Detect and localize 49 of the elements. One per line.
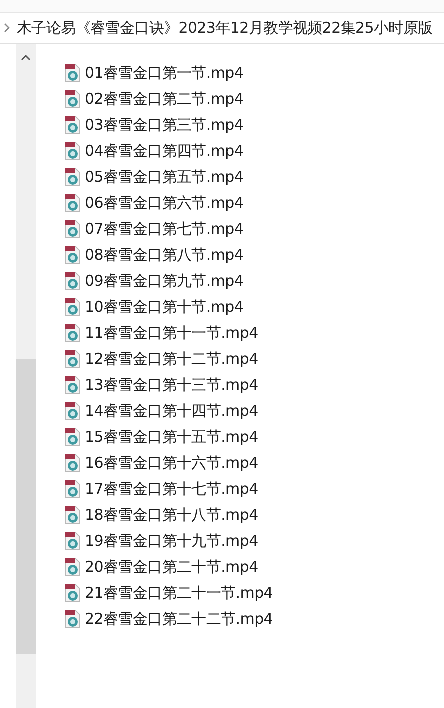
file-name[interactable]: 03睿雪金口第三节.mp4 — [85, 116, 244, 134]
folder-path: 木子论易《睿雪金口诀》2023年12月教学视频22集25小时原版 — [17, 18, 433, 38]
video-file-icon — [64, 245, 82, 265]
address-bar[interactable]: 木子论易《睿雪金口诀》2023年12月教学视频22集25小时原版 — [0, 13, 444, 44]
video-file-icon — [64, 193, 82, 213]
video-file-icon — [64, 89, 82, 109]
video-file-icon — [64, 479, 82, 499]
video-file-icon — [64, 375, 82, 395]
file-name[interactable]: 07睿雪金口第七节.mp4 — [85, 220, 244, 238]
file-name[interactable]: 06睿雪金口第六节.mp4 — [85, 194, 244, 212]
video-file-icon — [64, 167, 82, 187]
video-file-icon — [64, 271, 82, 291]
file-name[interactable]: 19睿雪金口第十九节.mp4 — [85, 532, 258, 550]
scroll-up-icon[interactable] — [21, 54, 31, 61]
video-file-icon — [64, 609, 82, 629]
chevron-right-icon[interactable] — [4, 23, 11, 33]
file-name[interactable]: 10睿雪金口第十节.mp4 — [85, 298, 244, 316]
file-name[interactable]: 21睿雪金口第二十一节.mp4 — [85, 584, 274, 602]
file-name[interactable]: 20睿雪金口第二十节.mp4 — [85, 558, 258, 576]
video-file-icon — [64, 505, 82, 525]
file-name[interactable]: 09睿雪金口第九节.mp4 — [85, 272, 244, 290]
video-file-icon — [64, 63, 82, 83]
video-file-icon — [64, 427, 82, 447]
file-name[interactable]: 02睿雪金口第二节.mp4 — [85, 90, 244, 108]
video-file-icon — [64, 141, 82, 161]
video-file-icon — [64, 453, 82, 473]
video-file-icon — [64, 115, 82, 135]
file-name[interactable]: 16睿雪金口第十六节.mp4 — [85, 454, 258, 472]
file-name[interactable]: 12睿雪金口第十二节.mp4 — [85, 350, 258, 368]
file-name[interactable]: 17睿雪金口第十七节.mp4 — [85, 480, 258, 498]
file-name[interactable]: 14睿雪金口第十四节.mp4 — [85, 402, 258, 420]
video-file-icon — [64, 401, 82, 421]
file-name[interactable]: 08睿雪金口第八节.mp4 — [85, 246, 244, 264]
video-file-icon — [64, 323, 82, 343]
file-name[interactable]: 18睿雪金口第十八节.mp4 — [85, 506, 258, 524]
file-name[interactable]: 01睿雪金口第一节.mp4 — [85, 64, 244, 82]
scrollbar-thumb[interactable] — [16, 359, 36, 654]
video-file-icon — [64, 219, 82, 239]
video-file-icon — [64, 583, 82, 603]
file-name[interactable]: 22睿雪金口第二十二节.mp4 — [85, 610, 274, 628]
file-name[interactable]: 15睿雪金口第十五节.mp4 — [85, 428, 258, 446]
video-file-icon — [64, 349, 82, 369]
video-file-icon — [64, 297, 82, 317]
file-name[interactable]: 05睿雪金口第五节.mp4 — [85, 168, 244, 186]
file-name[interactable]: 13睿雪金口第十三节.mp4 — [85, 376, 258, 394]
video-file-icon — [64, 557, 82, 577]
file-name[interactable]: 04睿雪金口第四节.mp4 — [85, 142, 244, 160]
file-name[interactable]: 11睿雪金口第十一节.mp4 — [85, 324, 258, 342]
video-file-icon — [64, 531, 82, 551]
